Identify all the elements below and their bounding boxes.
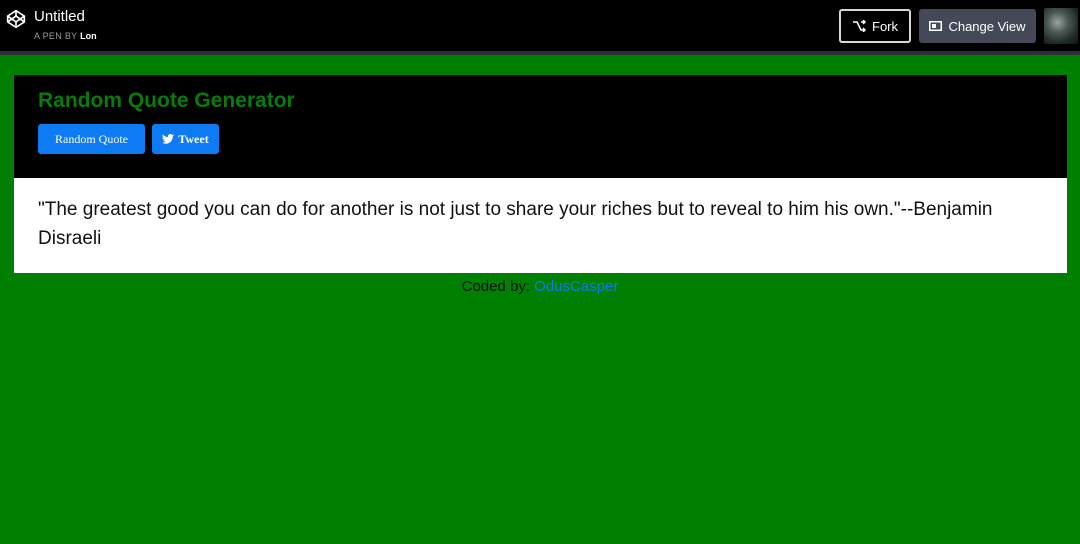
quote-text: "The greatest good you can do for anothe… — [38, 199, 993, 249]
tweet-button[interactable]: Tweet — [152, 124, 219, 154]
pen-title[interactable]: Untitled — [34, 8, 85, 25]
change-view-label: Change View — [948, 18, 1026, 34]
fork-icon — [853, 20, 866, 32]
twitter-icon — [162, 134, 175, 144]
pen-by-prefix: A PEN BY — [34, 31, 78, 41]
quote-card-header: Random Quote Generator Random Quote Twee… — [14, 75, 1067, 178]
change-view-icon — [929, 21, 943, 31]
header-divider — [0, 51, 1080, 55]
fork-button[interactable]: Fork — [839, 9, 911, 43]
quote-card-body: "The greatest good you can do for anothe… — [14, 178, 1067, 273]
coded-by-label: Coded by: — [461, 278, 530, 295]
change-view-button[interactable]: Change View — [919, 9, 1036, 43]
app-title: Random Quote Generator — [38, 89, 295, 112]
codepen-header: Untitled A PEN BY Lon Fork Change View — [0, 0, 1080, 51]
coder-link[interactable]: OdusCasper — [534, 278, 618, 295]
codepen-logo-icon[interactable] — [6, 9, 26, 29]
random-quote-button[interactable]: Random Quote — [38, 124, 145, 154]
fork-label: Fork — [872, 18, 898, 34]
pen-author-link[interactable]: Lon — [80, 31, 97, 41]
pen-author-line: A PEN BY Lon — [34, 31, 97, 41]
footer-credit: Coded by: OdusCasper — [0, 278, 1080, 295]
tweet-label: Tweet — [178, 131, 209, 146]
user-avatar[interactable] — [1044, 8, 1078, 44]
